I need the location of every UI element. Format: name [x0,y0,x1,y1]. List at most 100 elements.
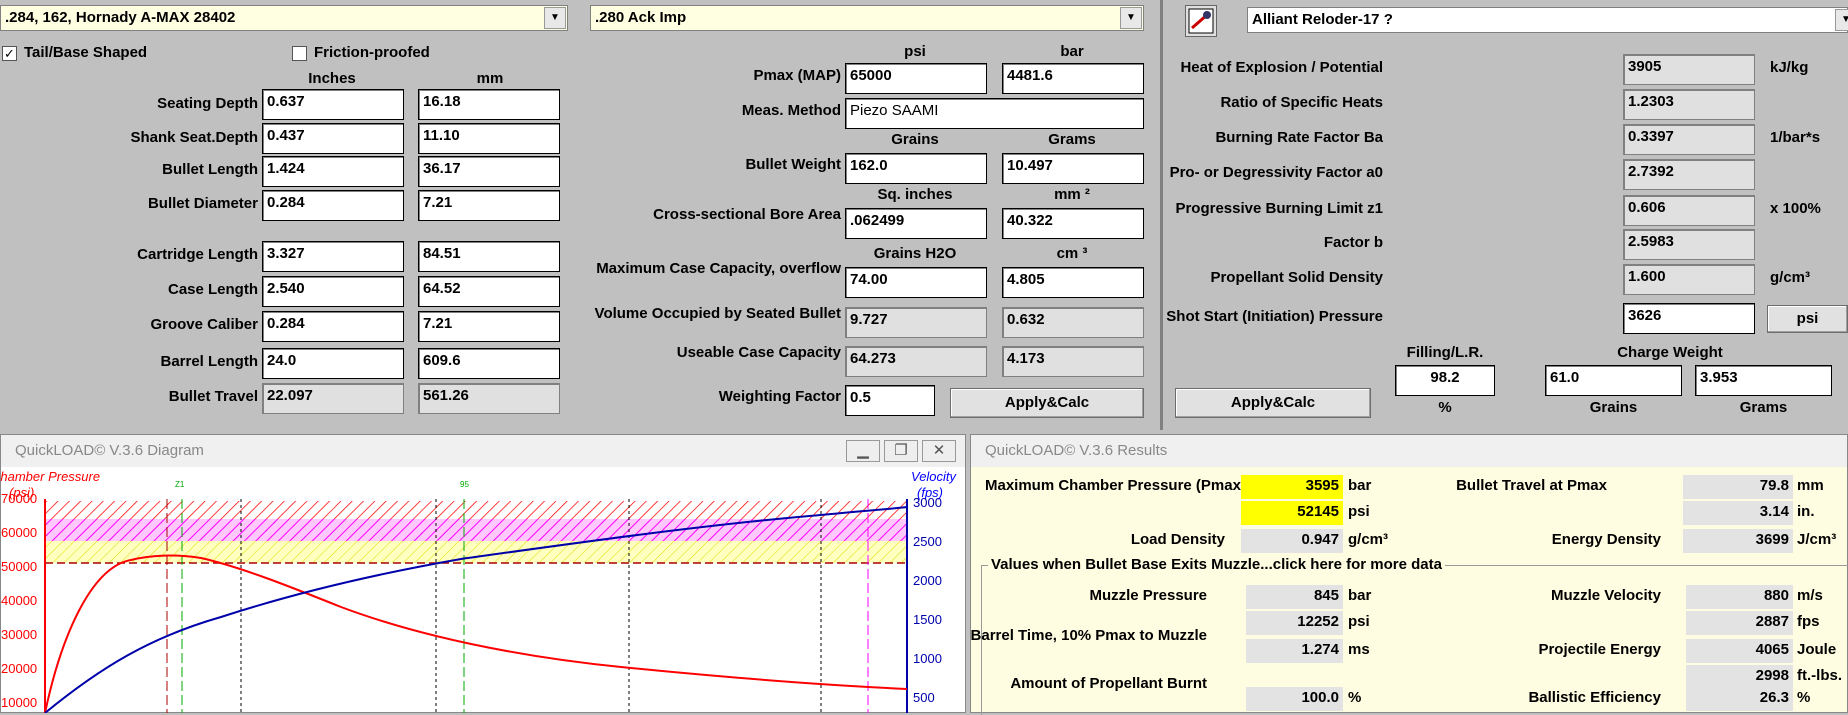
projectile-energy-ftlb-value: 2998 [1686,665,1793,689]
barrel-length-mm[interactable]: 609.6 [418,348,560,379]
ballistic-efficiency-label: Ballistic Efficiency [1528,689,1661,706]
bore-area-mm2-input[interactable]: 40.322 [1002,208,1144,239]
close-icon[interactable]: ✕ [922,440,956,462]
case-length-in[interactable]: 2.540 [262,276,404,307]
charge-grains-input[interactable]: 61.0 [1545,365,1682,396]
right-tick-label: 500 [913,690,935,705]
95pct-marker-label: 95 [460,480,469,489]
travel-pmax-mm-unit: mm [1797,477,1824,494]
friction-checkbox[interactable] [292,46,307,61]
bullet-select[interactable]: .284, 162, Hornady A-MAX 28402 ▼ [0,5,568,31]
groove-caliber-in[interactable]: 0.284 [262,311,404,342]
z1-marker-label: Z1 [175,480,185,489]
travel-pmax-in-value: 3.14 [1683,501,1793,525]
property-unit: g/cm³ [1770,269,1811,286]
friction-label[interactable]: Friction-proofed [314,44,430,61]
max-pressure-band [45,501,907,519]
muzzle-velocity-fps-value: 2887 [1686,611,1793,635]
muzzle-group-label[interactable]: Values when Bullet Base Exits Muzzle...c… [988,556,1445,573]
bullet-weight-label: Bullet Weight [745,156,841,173]
pmax-psi-input[interactable]: 65000 [845,63,987,94]
row-label: Cartridge Length [137,246,258,263]
bullet-weight-g-input[interactable]: 10.497 [1002,153,1144,184]
property-value[interactable]: 2.7392 [1623,159,1755,190]
cartridge-length-in[interactable]: 3.327 [262,241,404,272]
case-capacity-cm3-input[interactable]: 4.805 [1002,267,1144,298]
pressure-velocity-chart: Z1 95 70000 60000 50000 40000 30000 2000… [1,480,942,713]
col-psi-header: psi [904,43,926,60]
tail-base-label[interactable]: Tail/Base Shaped [24,44,147,61]
bullet-length-mm[interactable]: 36.17 [418,156,560,187]
property-value[interactable]: 1.2303 [1623,89,1755,120]
load-density-value: 0.947 [1241,529,1343,553]
charge-grams-unit: Grams [1739,399,1788,416]
pressure-curve [44,554,908,713]
seating-depth-mm[interactable]: 16.18 [418,89,560,120]
property-value[interactable]: 0.3397 [1623,124,1755,155]
projectile-energy-joule-value: 4065 [1686,639,1793,663]
property-value[interactable]: 2.5983 [1623,229,1755,260]
row-label: Bullet Travel [168,388,258,405]
row-label: Barrel Length [160,353,258,370]
shank-seat-depth-in[interactable]: 0.437 [262,123,404,154]
left-tick-label: 60000 [1,525,37,540]
case-capacity-label: Maximum Case Capacity, overflow [596,260,841,277]
muzzle-pressure-psi-value: 12252 [1246,611,1343,635]
case-capacity-gr-input[interactable]: 74.00 [845,267,987,298]
shot-start-input[interactable]: 3626 [1623,303,1755,334]
chevron-down-icon[interactable]: ▼ [1835,9,1848,31]
filling-header: Filling/L.R. [1406,344,1484,361]
bore-area-sqin-input[interactable]: .062499 [845,208,987,239]
powder-icon[interactable] [1185,5,1217,37]
shank-seat-depth-mm[interactable]: 11.10 [418,123,560,154]
pmax-bar-input[interactable]: 4481.6 [1002,63,1144,94]
load-density-label: Load Density [1130,531,1225,548]
apply-calc-button[interactable]: Apply&Calc [1175,388,1371,418]
powder-select[interactable]: Alliant Reloder-17 ? ▼ [1247,7,1848,33]
property-value[interactable]: 3905 [1623,54,1755,85]
shot-start-label: Shot Start (Initiation) Pressure [1166,308,1383,325]
meas-method-input[interactable]: Piezo SAAMI [845,98,1144,129]
left-tick-label: 10000 [1,695,37,710]
groove-caliber-mm[interactable]: 7.21 [418,311,560,342]
property-label: Ratio of Specific Heats [1220,94,1383,111]
filling-input[interactable]: 98.2 [1395,365,1495,396]
barrel-length-in[interactable]: 24.0 [262,348,404,379]
projectile-energy-label: Projectile Energy [1538,641,1661,658]
case-length-mm[interactable]: 64.52 [418,276,560,307]
bullet-weight-gr-input[interactable]: 162.0 [845,153,987,184]
muzzle-pressure-psi-unit: psi [1348,613,1370,630]
charge-weight-header: Charge Weight [1617,344,1723,361]
right-tick-label: 2000 [913,573,942,588]
tail-base-checkbox[interactable]: ✓ [2,46,17,61]
minimize-icon[interactable]: ▁ [846,440,880,462]
volume-occupied-gr: 9.727 [845,307,987,338]
restore-icon[interactable]: ❐ [884,440,918,462]
diagram-window: QuickLOAD© V.3.6 Diagram ▁ ❐ ✕ Chamber P… [0,434,966,713]
weighting-factor-input[interactable]: 0.5 [845,385,935,416]
useable-capacity-cm3: 4.173 [1002,346,1144,377]
diagram-title: QuickLOAD© V.3.6 Diagram [15,442,204,459]
property-value[interactable]: 0.606 [1623,195,1755,226]
diagram-titlebar: QuickLOAD© V.3.6 Diagram ▁ ❐ ✕ [1,435,965,467]
chevron-down-icon[interactable]: ▼ [1120,7,1142,29]
bullet-length-in[interactable]: 1.424 [262,156,404,187]
bullet-select-value: .284, 162, Hornady A-MAX 28402 [5,9,236,26]
cartridge-length-mm[interactable]: 84.51 [418,241,560,272]
cartridge-select[interactable]: .280 Ack Imp ▼ [590,5,1144,31]
energy-density-value: 3699 [1683,529,1793,553]
pmax-bar-value: 3595 [1241,475,1343,499]
charge-grams-input[interactable]: 3.953 [1695,365,1832,396]
propellant-burnt-label: Amount of Propellant Burnt [1010,675,1207,692]
chevron-down-icon[interactable]: ▼ [544,7,566,29]
col-inches-header: Inches [308,70,356,87]
property-value[interactable]: 1.600 [1623,264,1755,295]
bullet-diameter-in[interactable]: 0.284 [262,190,404,221]
bullet-diameter-mm[interactable]: 7.21 [418,190,560,221]
apply-calc-button[interactable]: Apply&Calc [950,388,1144,418]
shot-start-unit-button[interactable]: psi [1767,305,1848,333]
barrel-time-value: 1.274 [1246,639,1343,663]
row-label: Seating Depth [157,95,258,112]
seating-depth-in[interactable]: 0.637 [262,89,404,120]
filling-unit: % [1438,399,1452,416]
